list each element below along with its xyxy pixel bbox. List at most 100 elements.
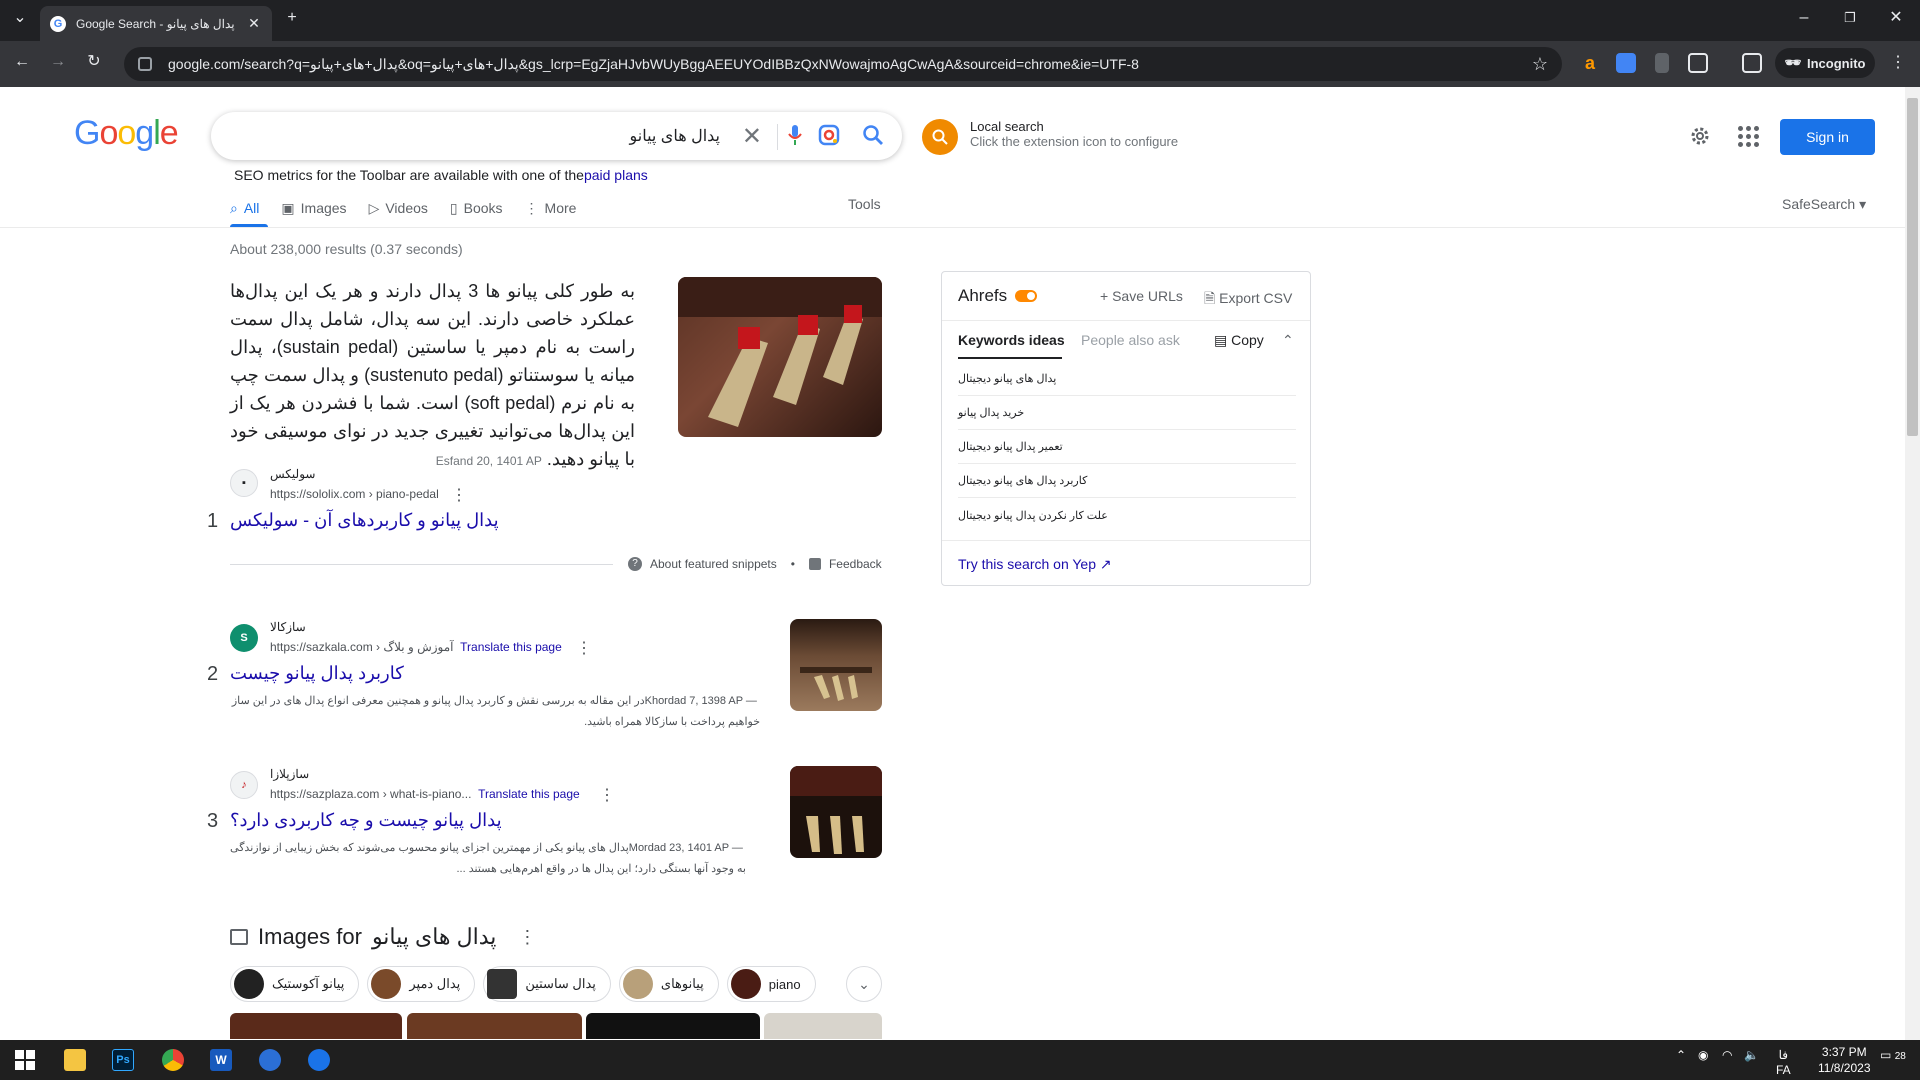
export-icon: 🗎 — [1204, 290, 1216, 306]
result-url[interactable]: https://sazkala.com › آموزش و بلاگ Trans… — [270, 640, 562, 654]
keyword-item[interactable]: تعمیر پدال پیانو دیجیتال — [958, 430, 1296, 464]
bookmark-star-icon[interactable]: ☆ — [1532, 54, 1548, 75]
save-urls-button[interactable]: + Save URLs — [1100, 288, 1183, 304]
wifi-icon[interactable]: ◠ — [1722, 1048, 1732, 1062]
tray-app-icon[interactable]: ◉ — [1698, 1048, 1708, 1062]
result-title-link[interactable]: پدال پیانو و کاربردهای آن - سولیکس — [230, 510, 499, 531]
forward-icon[interactable]: → — [46, 52, 70, 76]
lens-search-icon[interactable] — [818, 124, 840, 146]
image-result[interactable] — [407, 1013, 582, 1039]
photoshop-icon[interactable]: Ps — [112, 1049, 134, 1071]
about-featured-snippets-link[interactable]: About featured snippets — [650, 557, 777, 571]
google-logo[interactable]: Google — [74, 114, 179, 153]
search-icon[interactable] — [862, 124, 884, 146]
word-icon[interactable]: W — [210, 1049, 232, 1071]
keyword-item[interactable]: کاربرد پدال های پیانو دیجیتال — [958, 464, 1296, 498]
images-menu-icon[interactable]: ⋮ — [518, 927, 536, 948]
image-chip[interactable]: پیانو آکوستیک — [230, 966, 360, 1002]
featured-snippet-image[interactable] — [678, 277, 882, 437]
ahrefs-toggle[interactable] — [1015, 290, 1038, 302]
chrome-menu-icon[interactable]: ⋮ — [1886, 53, 1910, 77]
system-clock[interactable]: 3:37 PM 11/8/2023 — [1818, 1044, 1871, 1076]
tab-images[interactable]: ▣ Images — [281, 196, 346, 220]
safesearch-button[interactable]: SafeSearch ▾ — [1782, 196, 1866, 213]
result-thumbnail[interactable] — [790, 619, 882, 711]
tab-search-icon[interactable]: ⌄ — [8, 8, 32, 32]
google-apps-icon[interactable] — [1736, 124, 1760, 148]
tray-expand-icon[interactable]: ⌃ — [1676, 1048, 1686, 1062]
tab-books[interactable]: ▯ Books — [450, 196, 503, 220]
tab-close-icon[interactable]: ✕ — [246, 15, 262, 32]
notification-center[interactable]: ▭ 28 — [1880, 1048, 1906, 1062]
tab-people-also-ask[interactable]: People also ask — [1081, 332, 1180, 348]
settings-gear-icon[interactable] — [1688, 124, 1712, 148]
search-input[interactable]: پدال های پیانو — [629, 126, 720, 146]
keyword-item[interactable]: علت کار نکردن پدال پیانو دیجیتال — [958, 498, 1296, 532]
extension-icon[interactable] — [1655, 53, 1669, 73]
minimize-icon[interactable]: – — [1792, 8, 1816, 32]
vpn-app-icon[interactable] — [259, 1049, 281, 1071]
search-box[interactable]: پدال های پیانو ✕ — [211, 112, 902, 160]
tab-all[interactable]: ⌕ All — [230, 196, 259, 220]
keyword-item[interactable]: پدال های پیانو دیجیتال — [958, 362, 1296, 396]
image-chip[interactable]: پدال ساستین — [483, 966, 611, 1002]
paid-plans-link[interactable]: paid plans — [584, 167, 648, 183]
image-chip[interactable]: پیانوهای — [618, 966, 719, 1002]
incognito-badge[interactable]: 🕶 Incognito — [1775, 48, 1875, 78]
amazon-extension-icon[interactable]: a — [1580, 53, 1600, 73]
local-search-subtitle: Click the extension icon to configure — [970, 134, 1179, 149]
expand-chips-icon[interactable]: ⌄ — [846, 966, 882, 1002]
extensions-puzzle-icon[interactable] — [1688, 53, 1708, 73]
image-result[interactable] — [764, 1013, 882, 1039]
side-panel-icon[interactable] — [1742, 53, 1762, 73]
copy-button[interactable]: ▤ Copy — [1214, 332, 1264, 349]
image-result[interactable] — [586, 1013, 760, 1039]
clear-search-icon[interactable]: ✕ — [742, 122, 762, 151]
result-menu-icon[interactable]: ⋮ — [451, 485, 467, 505]
tab-keywords-ideas[interactable]: Keywords ideas — [958, 332, 1065, 348]
voice-search-icon[interactable] — [788, 124, 802, 146]
result-thumbnail[interactable] — [790, 766, 882, 858]
restore-icon[interactable]: ❐ — [1838, 8, 1862, 32]
windows-start-icon[interactable] — [14, 1049, 36, 1071]
local-search-icon — [922, 119, 958, 155]
browser-app-icon[interactable] — [308, 1049, 330, 1071]
translate-page-link[interactable]: Translate this page — [460, 640, 562, 654]
result-menu-icon[interactable]: ⋮ — [599, 785, 615, 805]
chrome-icon[interactable] — [162, 1049, 184, 1071]
browser-tab-bar: ⌄ G Google Search - پدال های پیانو ✕ + –… — [0, 0, 1920, 41]
local-search-widget[interactable]: Local search Click the extension icon to… — [922, 119, 1178, 155]
site-info-icon[interactable] — [138, 57, 152, 71]
translate-page-link[interactable]: Translate this page — [478, 787, 580, 801]
tab-videos[interactable]: ▷ Videos — [369, 196, 428, 220]
sign-in-button[interactable]: Sign in — [1780, 119, 1875, 155]
result-menu-icon[interactable]: ⋮ — [576, 638, 592, 658]
volume-icon[interactable]: 🔈 — [1744, 1048, 1759, 1062]
notification-count: 28 — [1894, 1051, 1906, 1062]
windows-taskbar — [0, 1040, 1920, 1080]
new-tab-icon[interactable]: + — [280, 8, 304, 32]
back-icon[interactable]: ← — [10, 52, 34, 76]
result-url[interactable]: https://sazplaza.com › what-is-piano... … — [270, 787, 580, 801]
try-yep-link[interactable]: Try this search on Yep ↗ — [958, 556, 1112, 573]
scrollbar-thumb[interactable] — [1907, 98, 1918, 436]
collapse-chevron-icon[interactable]: ⌃ — [1282, 332, 1294, 349]
tools-button[interactable]: Tools — [848, 196, 881, 212]
result-title-link[interactable]: پدال پیانو چیست و چه کاربردی دارد؟ — [230, 810, 502, 831]
reload-icon[interactable]: ↻ — [82, 52, 106, 76]
result-url[interactable]: https://sololix.com › piano-pedal — [270, 487, 439, 501]
close-window-icon[interactable]: ✕ — [1884, 8, 1908, 32]
feedback-link[interactable]: Feedback — [829, 557, 882, 571]
image-result[interactable] — [230, 1013, 402, 1039]
image-chip[interactable]: پدال دمپر — [367, 966, 476, 1002]
browser-tab[interactable]: G Google Search - پدال های پیانو ✕ — [40, 6, 272, 41]
translate-extension-icon[interactable] — [1616, 53, 1636, 73]
language-indicator[interactable]: فا FA — [1776, 1048, 1791, 1078]
export-csv-button[interactable]: 🗎 Export CSV — [1204, 288, 1292, 312]
keyword-item[interactable]: خرید پدال پیانو — [958, 396, 1296, 430]
address-bar[interactable]: google.com/search?q=پدال+های+پیانو&oq=پد… — [124, 47, 1562, 81]
result-title-link[interactable]: کاربرد پدال پیانو چیست — [230, 663, 404, 684]
file-explorer-icon[interactable] — [64, 1049, 86, 1071]
image-chip[interactable]: piano — [726, 966, 816, 1002]
tab-more[interactable]: ⋮ More — [525, 196, 577, 220]
